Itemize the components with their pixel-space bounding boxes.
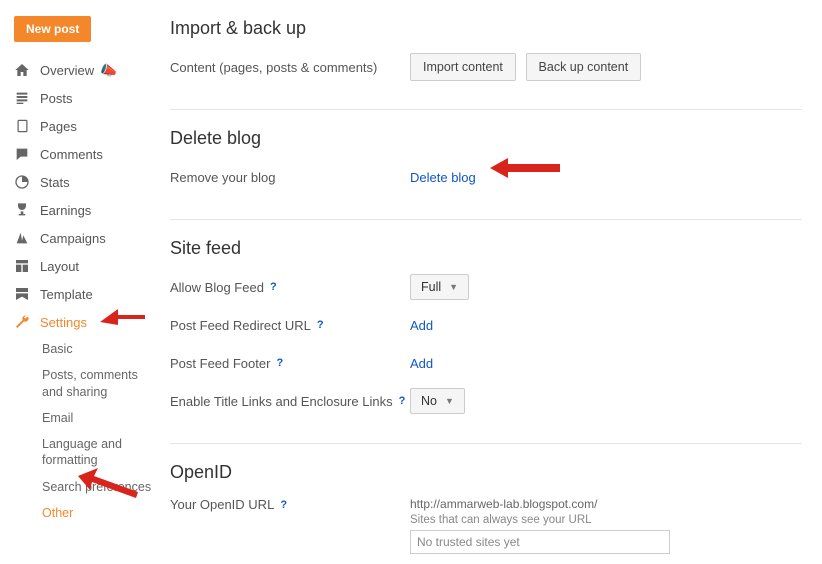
campaigns-icon — [12, 229, 32, 247]
sub-basic[interactable]: Basic — [38, 336, 160, 362]
help-icon[interactable]: ? — [399, 395, 406, 407]
settings-sublist: Basic Posts, comments and sharing Email … — [8, 336, 160, 526]
layout-icon — [12, 257, 32, 275]
import-content-button[interactable]: Import content — [410, 53, 516, 81]
footer-add-link[interactable]: Add — [410, 356, 433, 371]
sub-posts-comments[interactable]: Posts, comments and sharing — [38, 362, 160, 405]
sub-other[interactable]: Other — [38, 500, 160, 526]
sub-search-pref[interactable]: Search preferences — [38, 474, 160, 500]
sidebar-item-stats[interactable]: Stats — [8, 168, 160, 196]
redirect-add-link[interactable]: Add — [410, 318, 433, 333]
trophy-icon — [12, 201, 32, 219]
allow-feed-label: Allow Blog Feed — [170, 280, 264, 295]
nav-label: Overview — [40, 63, 94, 78]
delete-blog-link[interactable]: Delete blog — [410, 170, 476, 185]
pages-icon — [12, 117, 32, 135]
redirect-label: Post Feed Redirect URL — [170, 318, 311, 333]
trusted-sites-box: No trusted sites yet — [410, 530, 670, 554]
dropdown-value: No — [421, 394, 437, 408]
chevron-down-icon: ▼ — [449, 282, 458, 292]
stats-icon — [12, 173, 32, 191]
openid-subtext: Sites that can always see your URL — [410, 514, 802, 526]
nav-label: Earnings — [40, 203, 91, 218]
posts-icon — [12, 89, 32, 107]
nav-label: Campaigns — [40, 231, 106, 246]
megaphone-icon: 📣 — [100, 62, 117, 79]
nav-label: Posts — [40, 91, 73, 106]
help-icon[interactable]: ? — [280, 499, 287, 511]
section-title: Site feed — [170, 238, 802, 259]
help-icon[interactable]: ? — [276, 357, 283, 369]
wrench-icon — [12, 313, 32, 331]
sidebar-item-earnings[interactable]: Earnings — [8, 196, 160, 224]
backup-content-button[interactable]: Back up content — [526, 53, 642, 81]
sub-email[interactable]: Email — [38, 405, 160, 431]
help-icon[interactable]: ? — [317, 319, 324, 331]
sidebar-item-posts[interactable]: Posts — [8, 84, 160, 112]
section-site-feed: Site feed Allow Blog Feed ? Full ▼ Post … — [170, 238, 802, 444]
section-title: OpenID — [170, 462, 802, 483]
openid-label: Your OpenID URL — [170, 497, 274, 512]
sidebar-item-campaigns[interactable]: Campaigns — [8, 224, 160, 252]
sidebar-item-comments[interactable]: Comments — [8, 140, 160, 168]
nav-list: Overview 📣 Posts Pages Comments S — [8, 56, 160, 336]
section-delete-blog: Delete blog Remove your blog Delete blog — [170, 128, 802, 220]
home-icon — [12, 61, 32, 79]
section-title: Delete blog — [170, 128, 802, 149]
delete-desc: Remove your blog — [170, 170, 410, 185]
main-content: Import & back up Content (pages, posts &… — [170, 0, 822, 564]
footer-label: Post Feed Footer — [170, 356, 270, 371]
nav-label: Stats — [40, 175, 70, 190]
sidebar-item-template[interactable]: Template — [8, 280, 160, 308]
nav-label: Template — [40, 287, 93, 302]
enclosure-label: Enable Title Links and Enclosure Links — [170, 394, 393, 409]
comments-icon — [12, 145, 32, 163]
nav-label: Settings — [40, 315, 87, 330]
section-openid: OpenID Your OpenID URL ? http://ammarweb… — [170, 462, 802, 554]
template-icon — [12, 285, 32, 303]
sidebar-item-settings[interactable]: Settings — [8, 308, 160, 336]
new-post-button[interactable]: New post — [14, 16, 91, 42]
import-desc: Content (pages, posts & comments) — [170, 60, 410, 75]
dropdown-value: Full — [421, 280, 441, 294]
nav-label: Layout — [40, 259, 79, 274]
sidebar: New post Overview 📣 Posts Pages Com — [0, 0, 160, 526]
allow-feed-dropdown[interactable]: Full ▼ — [410, 274, 469, 300]
sidebar-item-pages[interactable]: Pages — [8, 112, 160, 140]
sidebar-item-overview[interactable]: Overview 📣 — [8, 56, 160, 84]
nav-label: Comments — [40, 147, 103, 162]
sub-language[interactable]: Language and formatting — [38, 431, 160, 474]
enclosure-dropdown[interactable]: No ▼ — [410, 388, 465, 414]
section-title: Import & back up — [170, 18, 802, 39]
chevron-down-icon: ▼ — [445, 396, 454, 406]
section-import-backup: Import & back up Content (pages, posts &… — [170, 18, 802, 110]
nav-label: Pages — [40, 119, 77, 134]
help-icon[interactable]: ? — [270, 281, 277, 293]
sidebar-item-layout[interactable]: Layout — [8, 252, 160, 280]
openid-url: http://ammarweb-lab.blogspot.com/ — [410, 497, 802, 511]
